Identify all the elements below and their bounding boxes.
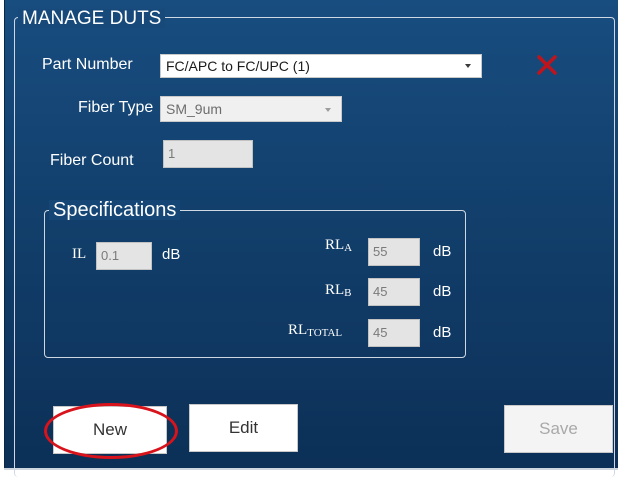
rl-b-sub: B (344, 287, 352, 299)
il-label: IL (72, 246, 87, 262)
rl-b-label-text: RL (325, 282, 345, 298)
save-button[interactable]: Save (504, 405, 613, 453)
chevron-down-icon (465, 64, 471, 68)
manage-duts-title: MANAGE DUTS (18, 9, 166, 28)
rl-total-unit: dB (433, 324, 452, 341)
rl-a-unit: dB (433, 243, 452, 260)
specifications-title: Specifications (49, 200, 181, 220)
close-x-icon[interactable] (536, 54, 558, 76)
fiber-count-field[interactable]: 1 (163, 140, 253, 168)
part-number-select[interactable]: FC/APC to FC/UPC (1) (160, 54, 482, 78)
rl-total-field[interactable]: 45 (368, 319, 420, 347)
rl-a-sub: A (344, 242, 353, 254)
rl-b-label: RLB (325, 282, 352, 299)
new-button[interactable]: New (53, 406, 167, 454)
il-unit: dB (162, 246, 181, 263)
fiber-type-label: Fiber Type (78, 99, 154, 116)
rl-total-label-text: RL (288, 322, 308, 338)
chevron-down-icon (325, 108, 331, 112)
rl-b-field[interactable]: 45 (368, 278, 420, 306)
rl-a-label: RLA (325, 237, 352, 254)
il-field[interactable]: 0.1 (96, 242, 152, 270)
part-number-label: Part Number (42, 56, 133, 73)
fiber-type-select[interactable]: SM_9um (160, 96, 342, 122)
rl-total-sub: TOTAL (307, 327, 343, 339)
fiber-type-value: SM_9um (166, 101, 223, 117)
rl-a-label-text: RL (325, 237, 345, 253)
rl-total-label: RLTOTAL (288, 322, 342, 339)
rl-b-unit: dB (433, 283, 452, 300)
edit-button[interactable]: Edit (189, 404, 298, 452)
fiber-count-label: Fiber Count (50, 152, 134, 169)
part-number-value: FC/APC to FC/UPC (1) (166, 58, 310, 74)
rl-a-field[interactable]: 55 (368, 238, 420, 266)
